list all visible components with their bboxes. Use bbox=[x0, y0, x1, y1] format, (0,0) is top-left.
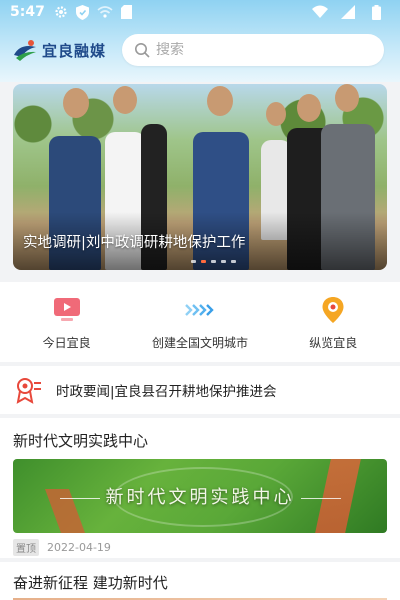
wifi-off-icon bbox=[97, 4, 113, 20]
ticker-headline[interactable]: 时政要闻|宜良县召开耕地保护推进会 bbox=[56, 380, 277, 400]
app-header: 宜良融媒 bbox=[0, 30, 400, 70]
signal-icon bbox=[340, 4, 356, 20]
feature-image-text: 新时代文明实践中心 bbox=[13, 483, 387, 509]
search-icon bbox=[135, 43, 150, 58]
search-box[interactable] bbox=[122, 34, 384, 66]
decorative-line bbox=[59, 497, 100, 499]
carousel-dot[interactable] bbox=[211, 260, 216, 263]
section-title: 新时代文明实践中心 bbox=[13, 432, 149, 450]
logo-mark-icon bbox=[14, 40, 36, 61]
battery-icon bbox=[368, 4, 384, 20]
carousel-dot[interactable] bbox=[221, 260, 226, 263]
banner-carousel[interactable]: 实地调研|刘中政调研耕地保护工作 bbox=[13, 84, 387, 270]
quick-nav-overview[interactable]: 纵览宜良 bbox=[273, 282, 393, 362]
feature-image-caption: 新时代文明实践中心 bbox=[105, 487, 295, 508]
carousel-indicator bbox=[191, 260, 236, 263]
status-bar: 5:47 bbox=[0, 0, 400, 24]
status-right-group bbox=[312, 4, 390, 20]
banner-title[interactable]: 实地调研|刘中政调研耕地保护工作 bbox=[23, 231, 245, 252]
shield-icon bbox=[75, 4, 91, 20]
app-logo[interactable]: 宜良融媒 bbox=[12, 37, 112, 63]
status-time: 5:47 bbox=[10, 4, 45, 20]
carousel-dot[interactable] bbox=[191, 260, 196, 263]
quick-nav-today[interactable]: 今日宜良 bbox=[7, 282, 127, 362]
search-input[interactable] bbox=[156, 42, 356, 58]
quick-nav-label: 创建全国文明城市 bbox=[151, 336, 248, 350]
tv-play-icon bbox=[51, 294, 83, 326]
settings-gear-icon bbox=[53, 4, 69, 20]
feature-image[interactable]: 新时代文明实践中心 bbox=[13, 459, 387, 533]
carousel-dot-active[interactable] bbox=[201, 260, 206, 263]
logo-text: 宜良融媒 bbox=[42, 41, 107, 60]
article-date: 2022-04-19 bbox=[47, 541, 111, 554]
location-pin-icon bbox=[317, 294, 349, 326]
quick-nav: 今日宜良 创建全国文明城市 纵览宜良 bbox=[0, 282, 400, 362]
article-meta: 置顶 2022-04-19 bbox=[13, 539, 387, 556]
pinned-tag: 置顶 bbox=[13, 539, 39, 556]
news-ticker[interactable]: 时政要闻|宜良县召开耕地保护推进会 bbox=[0, 366, 400, 414]
section-title: 奋进新征程 建功新时代 bbox=[13, 574, 168, 592]
quick-nav-label: 纵览宜良 bbox=[309, 336, 358, 350]
sd-card-icon bbox=[119, 4, 135, 20]
decorative-line bbox=[300, 497, 341, 499]
quick-nav-label: 今日宜良 bbox=[42, 336, 91, 350]
wifi-icon bbox=[312, 4, 328, 20]
section-civilization-center: 新时代文明实践中心 新时代文明实践中心 置顶 2022-04-19 bbox=[0, 418, 400, 558]
quick-nav-civilized-city[interactable]: 创建全国文明城市 bbox=[140, 282, 260, 362]
section-new-journey: 奋进新征程 建功新时代 bbox=[0, 562, 400, 600]
award-ribbon-icon bbox=[16, 378, 41, 404]
chevrons-right-icon bbox=[184, 294, 216, 326]
carousel-dot[interactable] bbox=[231, 260, 236, 263]
